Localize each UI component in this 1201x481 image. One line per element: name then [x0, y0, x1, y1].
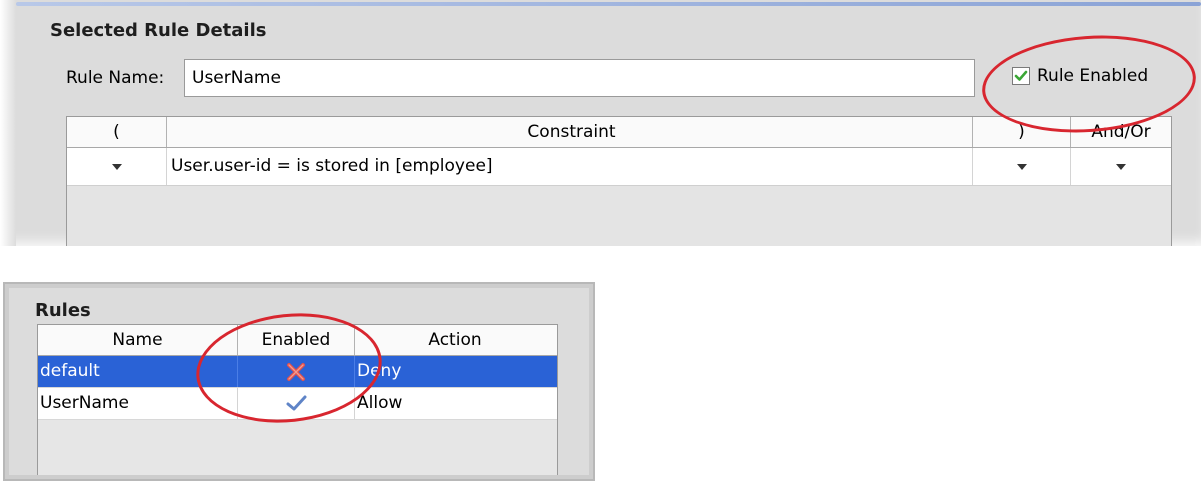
and-or-dropdown[interactable] — [1071, 148, 1171, 185]
panel-top-divider — [16, 2, 1201, 6]
rule-name-input[interactable]: UserName — [184, 59, 975, 97]
col-header-constraint[interactable]: Constraint — [167, 117, 973, 147]
selected-rule-details-title: Selected Rule Details — [50, 20, 267, 41]
rule-name-label: Rule Name: — [66, 68, 165, 88]
constraint-grid: ( Constraint ) And/Or User.user-id = is … — [66, 116, 1172, 246]
rules-title: Rules — [35, 300, 91, 321]
close-paren-dropdown[interactable] — [973, 148, 1071, 185]
constraint-row[interactable]: User.user-id = is stored in [employee] — [67, 148, 1171, 186]
col-header-open-paren[interactable]: ( — [67, 117, 167, 147]
dropdown-arrow-icon — [1116, 163, 1126, 170]
dropdown-arrow-icon — [1016, 163, 1027, 170]
dropdown-arrow-icon — [111, 163, 122, 170]
rule-action-cell: Allow — [357, 393, 403, 413]
rule-action-cell: Deny — [357, 361, 402, 381]
open-paren-dropdown[interactable] — [67, 148, 167, 185]
panel-left-edge — [0, 0, 16, 246]
col-header-action[interactable]: Action — [355, 325, 555, 355]
constraint-cell[interactable]: User.user-id = is stored in [employee] — [167, 148, 973, 185]
constraint-grid-header: ( Constraint ) And/Or — [67, 116, 1171, 148]
